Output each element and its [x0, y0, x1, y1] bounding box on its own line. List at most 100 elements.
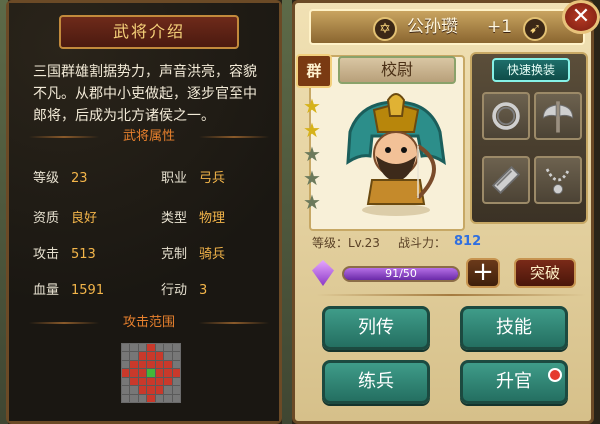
- star-icon: ★: [303, 118, 321, 142]
- range-cell: [172, 369, 180, 377]
- stat-label: 等级: [33, 171, 60, 186]
- range-cell: [130, 360, 138, 369]
- bow-icon: ➹: [523, 17, 547, 41]
- hero-avatar[interactable]: [332, 92, 460, 220]
- hero-level: 等级：Lv.23: [312, 236, 380, 250]
- stat-label: 类型: [161, 211, 188, 226]
- stat-label: 攻击: [33, 247, 60, 262]
- range-cell: [172, 394, 180, 402]
- range-cell: [164, 386, 172, 394]
- range-cell: [130, 394, 138, 402]
- range-cell: [172, 352, 180, 360]
- range-cell: [164, 344, 172, 352]
- stat-label: 克制: [161, 247, 188, 262]
- range-cell: [147, 377, 155, 386]
- panel-title: 武将介绍: [59, 15, 239, 49]
- attr-section-title: 武将属性: [122, 129, 175, 144]
- power-label: 战斗力：: [398, 236, 447, 250]
- stat-label: 行动: [161, 283, 188, 298]
- stat-value: 23: [71, 171, 88, 186]
- range-cell: [155, 377, 164, 386]
- stat-value: 骑兵: [199, 247, 226, 262]
- stat-type: 类型 物理: [161, 207, 225, 226]
- hexagram-icon: ✡: [373, 17, 397, 41]
- general-plus-level: +1: [487, 17, 513, 37]
- range-cell: [147, 386, 155, 394]
- stat-value: 良好: [71, 211, 98, 226]
- equip-slot-1[interactable]: [482, 92, 530, 140]
- name-bar: ✡ 公孙瓒 +1 ➹: [309, 9, 585, 45]
- range-cell: [138, 394, 147, 402]
- equip-slot-4[interactable]: [534, 156, 582, 204]
- range-cell: [130, 377, 138, 386]
- range-cell: [138, 360, 147, 369]
- star-rating: ★ ★ ★ ★ ★: [302, 96, 324, 216]
- exp-progress: 91/50: [342, 266, 460, 282]
- range-cell: [172, 377, 180, 386]
- range-cell: [147, 394, 155, 402]
- background-middle: [282, 0, 292, 424]
- purple-gem-icon: [312, 260, 334, 286]
- equip-slot-3[interactable]: [482, 156, 530, 204]
- attack-range-grid: [121, 343, 181, 403]
- promote-button[interactable]: 升官: [460, 360, 568, 404]
- range-cell: [164, 369, 172, 377]
- skills-button[interactable]: 技能: [460, 306, 568, 350]
- range-cell: [130, 386, 138, 394]
- star-icon: ★: [303, 190, 321, 214]
- equip-slot-2[interactable]: [534, 92, 582, 140]
- faction-badge: 群: [296, 54, 332, 88]
- equipment-panel: 快速换装: [470, 52, 588, 224]
- star-icon: ★: [303, 166, 321, 190]
- range-cell: [147, 360, 155, 369]
- stat-attack: 攻击 513: [33, 243, 96, 262]
- section-separator: [316, 294, 586, 296]
- range-cell: [172, 386, 180, 394]
- stat-action: 行动 3: [161, 279, 207, 298]
- range-cell: [122, 352, 130, 360]
- range-divider: 攻击范围: [29, 313, 269, 333]
- range-cell: [155, 386, 164, 394]
- range-cell: [122, 394, 130, 402]
- train-soldiers-button[interactable]: 练兵: [322, 360, 430, 404]
- break-button[interactable]: 突破: [514, 258, 576, 288]
- stat-aptitude: 资质 良好: [33, 207, 97, 226]
- range-cell: [138, 352, 147, 360]
- experience-bar: 91/50: [312, 260, 462, 286]
- range-cell: [138, 344, 147, 352]
- stat-class: 职业 弓兵: [161, 167, 225, 186]
- range-cell: [164, 352, 172, 360]
- range-cell: [130, 369, 138, 377]
- range-section-title: 攻击范围: [122, 315, 175, 330]
- range-cell: [138, 386, 147, 394]
- biography-button[interactable]: 列传: [322, 306, 430, 350]
- star-icon: ★: [303, 94, 321, 118]
- close-icon[interactable]: ✕: [562, 0, 600, 34]
- stat-counter: 克制 骑兵: [161, 243, 225, 262]
- range-cell: [122, 369, 130, 377]
- stat-value: 1591: [71, 283, 105, 298]
- attr-divider: 武将属性: [29, 127, 269, 147]
- range-cell: [164, 377, 172, 386]
- ring-icon: [492, 102, 520, 130]
- quick-equip-button[interactable]: 快速换装: [492, 58, 570, 82]
- range-cell: [138, 369, 147, 377]
- range-cell: [172, 360, 180, 369]
- stat-value: 3: [199, 283, 208, 298]
- exp-text: 91/50: [385, 267, 417, 280]
- range-cell: [147, 344, 155, 352]
- add-exp-button[interactable]: +: [466, 258, 500, 288]
- range-cell: [155, 344, 164, 352]
- range-cell: [130, 352, 138, 360]
- rank-plate: 校尉: [338, 56, 456, 84]
- range-cell: [147, 369, 155, 377]
- notification-dot: [548, 368, 562, 382]
- range-cell: [122, 344, 130, 352]
- stat-value: 513: [71, 247, 96, 262]
- star-icon: ★: [303, 142, 321, 166]
- range-cell: [155, 352, 164, 360]
- range-cell: [172, 344, 180, 352]
- stat-label: 血量: [33, 283, 60, 298]
- range-cell: [155, 369, 164, 377]
- stat-level: 等级 23: [33, 167, 88, 186]
